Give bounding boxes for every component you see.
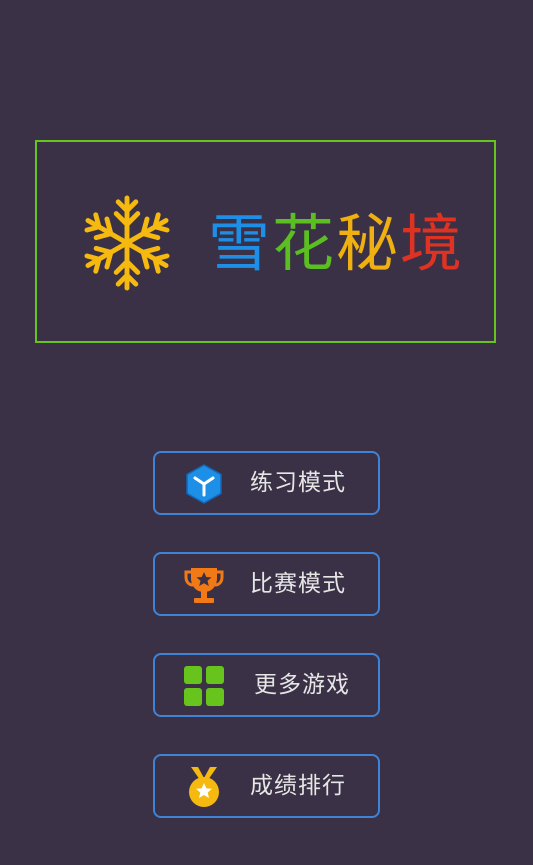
practice-mode-label: 练习模式 (250, 470, 346, 496)
medal-icon (189, 767, 219, 807)
competition-mode-button[interactable]: 比赛模式 (153, 552, 380, 616)
title-char-1: 雪 (208, 207, 273, 280)
title-char-4: 境 (400, 207, 465, 280)
more-games-button[interactable]: 更多游戏 (153, 653, 380, 717)
snowflake-icon (78, 195, 176, 292)
competition-mode-label: 比赛模式 (250, 571, 346, 597)
grid-icon (184, 666, 224, 706)
more-games-label: 更多游戏 (254, 672, 350, 698)
title-char-2: 花 (272, 207, 337, 280)
trophy-icon (184, 568, 224, 603)
leaderboard-label: 成绩排行 (250, 773, 346, 799)
title-char-3: 秘 (336, 207, 401, 280)
game-title: 雪花秘境 (208, 206, 464, 282)
cube-icon (186, 464, 222, 504)
leaderboard-button[interactable]: 成绩排行 (153, 754, 380, 818)
practice-mode-button[interactable]: 练习模式 (153, 451, 380, 515)
